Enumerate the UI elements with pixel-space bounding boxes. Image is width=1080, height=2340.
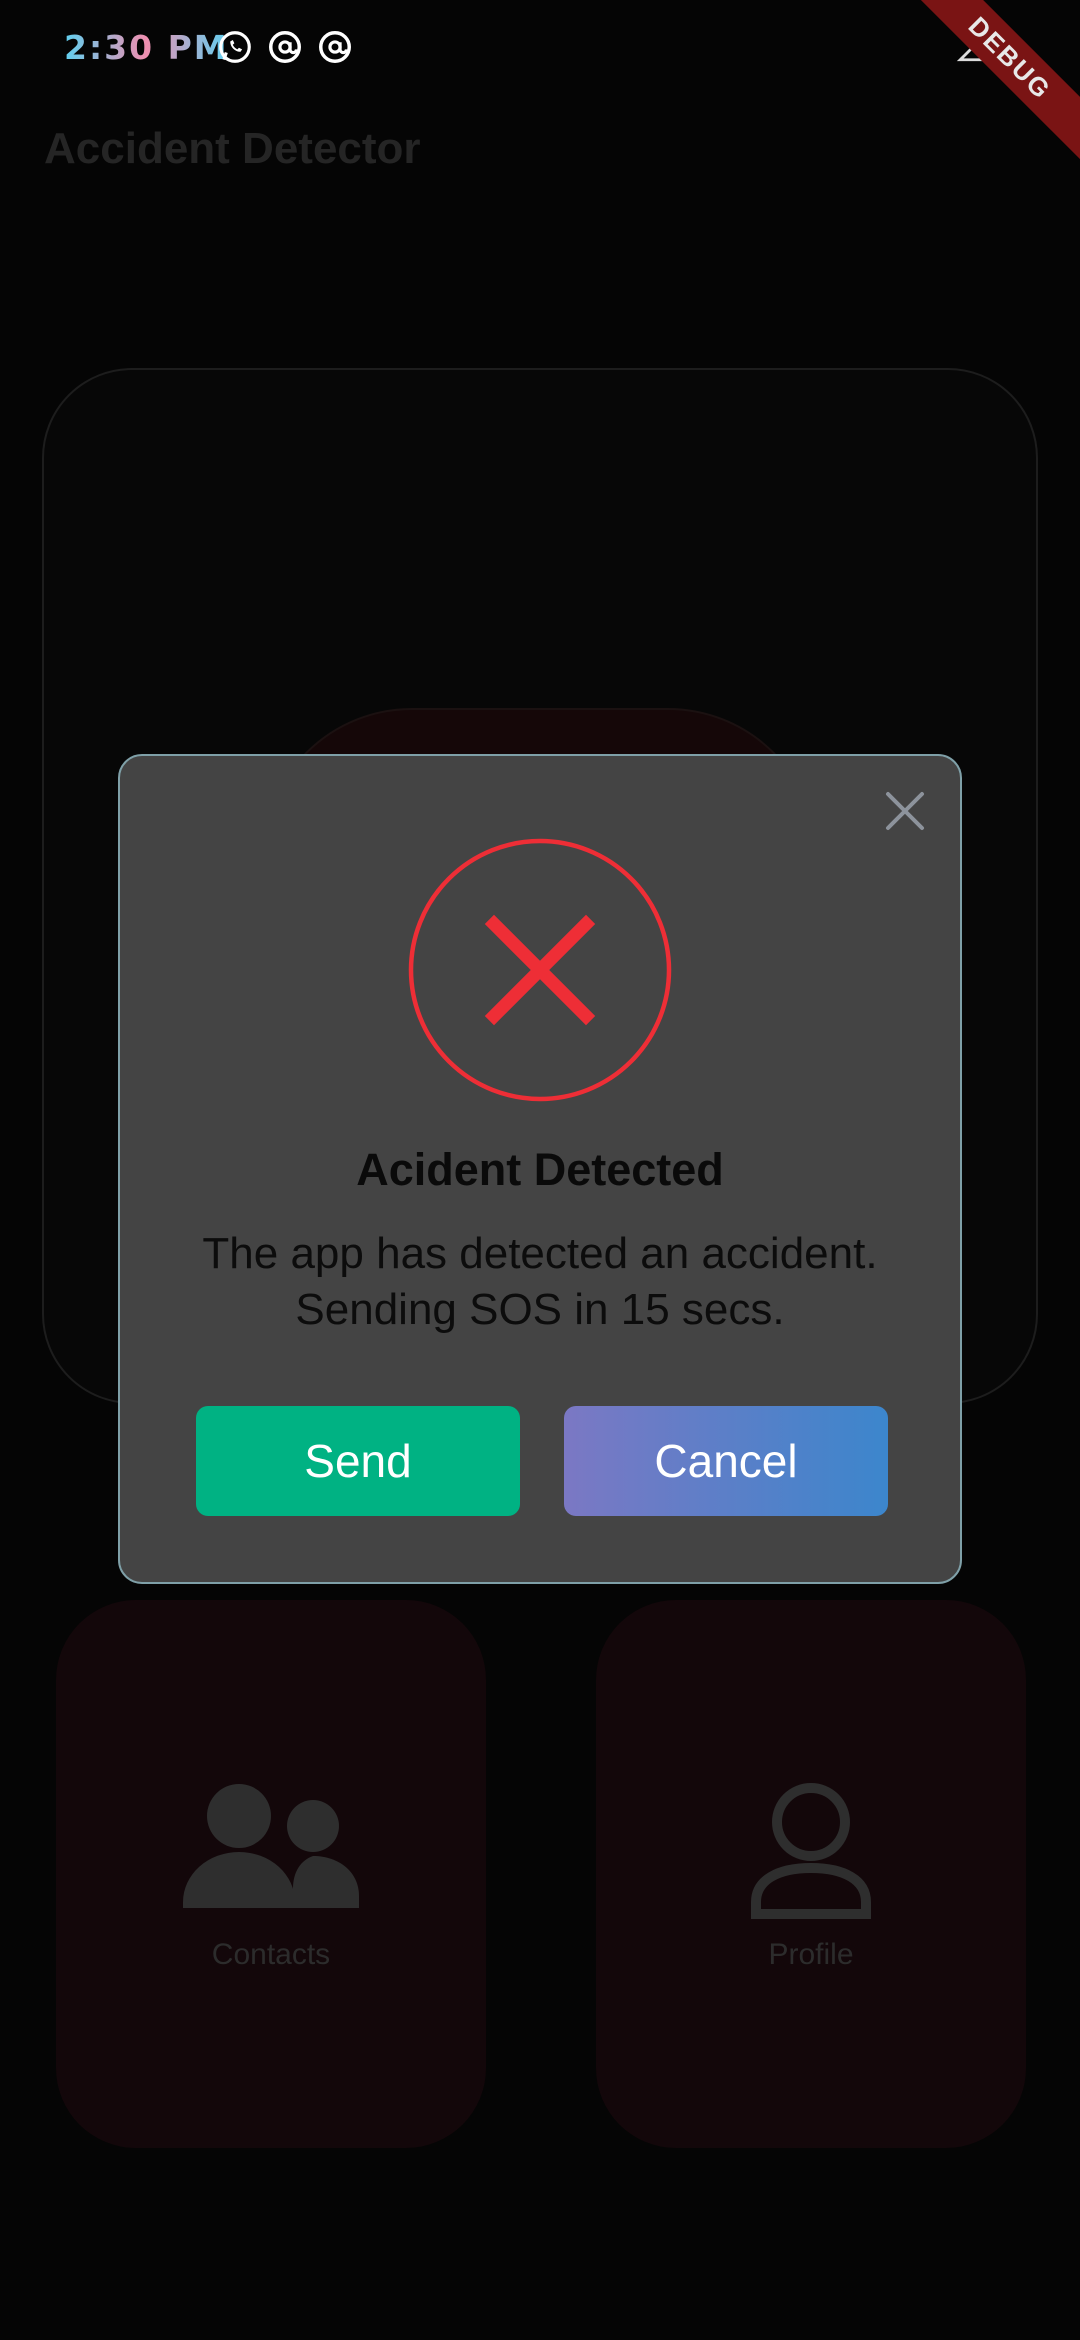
dialog-title: Acident Detected: [356, 1144, 724, 1195]
status-bar: 2:30 PM 53: [0, 0, 1080, 96]
whatsapp-icon: [219, 31, 251, 63]
dialog-message-line2: Sending SOS in 15 secs.: [295, 1285, 785, 1334]
close-button[interactable]: [880, 786, 930, 836]
at-sign-icon: [319, 31, 351, 63]
accident-dialog: Acident Detected The app has detected an…: [118, 754, 962, 1584]
dialog-message: The app has detected an accident. Sendin…: [160, 1226, 920, 1338]
dialog-message-line1: The app has detected an accident.: [202, 1229, 878, 1278]
notification-icons: [216, 28, 354, 66]
profile-tile[interactable]: Profile: [596, 1600, 1026, 2148]
status-time: 2:30 PM: [64, 28, 229, 67]
app-title: Accident Detector: [44, 124, 421, 173]
contacts-tile[interactable]: Contacts: [56, 1600, 486, 2148]
profile-label: Profile: [768, 1938, 854, 1971]
cancel-button[interactable]: Cancel: [564, 1406, 888, 1516]
close-icon: [886, 792, 924, 830]
at-sign-icon: [269, 31, 301, 63]
contacts-label: Contacts: [211, 1938, 331, 1971]
profile-icon: [751, 1783, 871, 1919]
contacts-icon: [183, 1784, 359, 1908]
error-x-icon: [408, 838, 672, 1102]
send-button[interactable]: Send: [196, 1406, 520, 1516]
